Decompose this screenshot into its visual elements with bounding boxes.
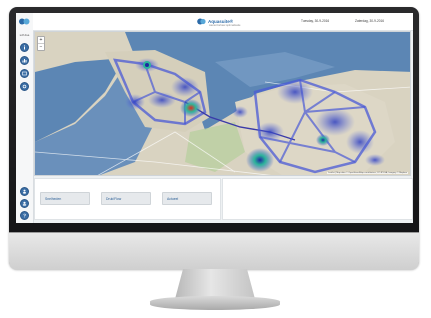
profile-icon: [22, 201, 27, 206]
monitor-stand-neck: [175, 269, 255, 299]
zoom-control: + −: [37, 36, 45, 51]
chart-icon: [22, 59, 27, 63]
profile-button[interactable]: [20, 199, 29, 208]
info-icon: [24, 45, 25, 50]
heatmap-map[interactable]: + − Leaflet | Map data © OpenStreetMap c…: [34, 31, 411, 176]
help-icon: [23, 213, 26, 218]
snelheden-button[interactable]: Snelheden: [40, 192, 90, 205]
user-icon: [23, 189, 26, 194]
date-left: Tuesday, 30-9-2016: [301, 19, 330, 23]
user-button[interactable]: [20, 187, 29, 196]
map-button[interactable]: [20, 69, 29, 78]
brand-logo-icon: [197, 18, 206, 24]
panel-empty: [222, 178, 413, 220]
scene: sdf dsa Aquasuite® wanter.beheer.optimal…: [0, 0, 431, 318]
brand-subtitle: wanter.beheer.optimalisatie: [209, 24, 241, 27]
settings-button[interactable]: [20, 82, 29, 91]
app-logo-icon: [19, 18, 30, 25]
sidebar: sdf dsa: [16, 13, 34, 223]
panel-buttons: Snelheden Druk/Flow Actueel: [34, 178, 221, 220]
heat-hotspot-red: [180, 99, 202, 117]
map-icon: [22, 71, 27, 76]
map-canvas: [35, 32, 410, 175]
monitor-chin: [9, 232, 419, 270]
actueel-button[interactable]: Actueel: [162, 192, 212, 205]
sidebar-status-text: sdf dsa: [19, 33, 30, 37]
zoom-out-button[interactable]: −: [38, 43, 44, 50]
chart-button[interactable]: [20, 56, 29, 65]
settings-icon: [22, 84, 27, 89]
app-screen: sdf dsa Aquasuite® wanter.beheer.optimal…: [16, 13, 413, 223]
brand-name: Aquasuite®: [208, 18, 234, 24]
info-button[interactable]: [20, 43, 29, 52]
map-attribution[interactable]: Leaflet | Map data © OpenStreetMap contr…: [327, 172, 408, 174]
top-bar: Aquasuite® wanter.beheer.optimalisatie T…: [33, 13, 413, 31]
help-button[interactable]: [20, 211, 29, 220]
date-right: Zaterdag, 30-9-2016: [355, 19, 385, 23]
monitor-stand-base: [150, 296, 280, 310]
druk-flow-button[interactable]: Druk/Flow: [101, 192, 151, 205]
